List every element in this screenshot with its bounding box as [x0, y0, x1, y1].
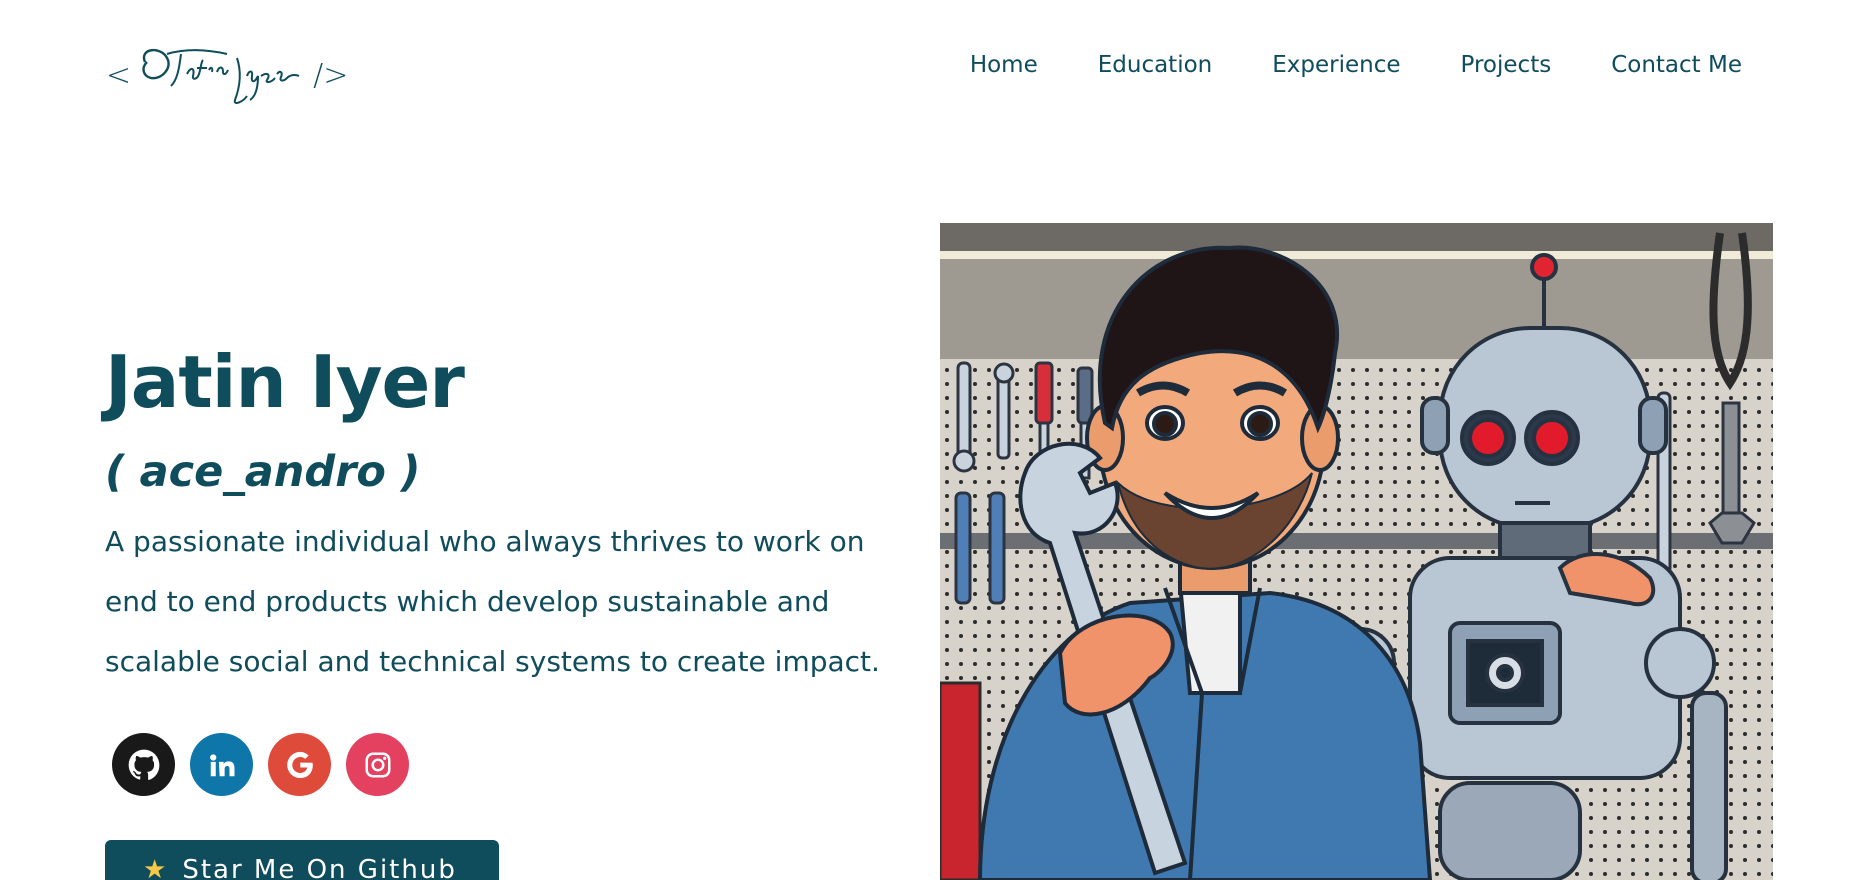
logo-open-bracket: < [106, 57, 132, 93]
instagram-icon [365, 752, 390, 777]
google-icon [286, 751, 313, 778]
social-links [112, 733, 409, 796]
star-on-github-button[interactable]: ★ Star Me On Github [105, 840, 499, 880]
logo-close-bracket: /> [313, 57, 349, 93]
description-line: scalable social and technical systems to… [105, 645, 880, 678]
hero-name: Jatin Iyer [105, 340, 465, 424]
signature-logo [142, 49, 300, 104]
github-icon [128, 749, 159, 780]
site-logo[interactable]: < /> [106, 40, 348, 110]
workshop-illustration [940, 223, 1773, 880]
nav-education[interactable]: Education [1098, 52, 1213, 78]
star-icon: ★ [143, 855, 169, 880]
hero-description: A passionate individual who always thriv… [105, 512, 905, 692]
description-line: A passionate individual who always thriv… [105, 525, 865, 558]
nav-experience[interactable]: Experience [1272, 52, 1400, 78]
description-line: end to end products which develop sustai… [105, 585, 830, 618]
nav-projects[interactable]: Projects [1461, 52, 1552, 78]
nav-contact[interactable]: Contact Me [1611, 52, 1742, 78]
github-link[interactable] [112, 733, 175, 796]
hero-handle: ( ace_andro ) [105, 447, 421, 497]
star-button-label: Star Me On Github [182, 855, 457, 880]
hero-illustration [940, 223, 1773, 880]
google-link[interactable] [268, 733, 331, 796]
instagram-link[interactable] [346, 733, 409, 796]
linkedin-link[interactable] [190, 733, 253, 796]
linkedin-icon [209, 753, 234, 776]
nav-home[interactable]: Home [970, 52, 1038, 78]
main-nav: Home Education Experience Projects Conta… [970, 52, 1742, 78]
